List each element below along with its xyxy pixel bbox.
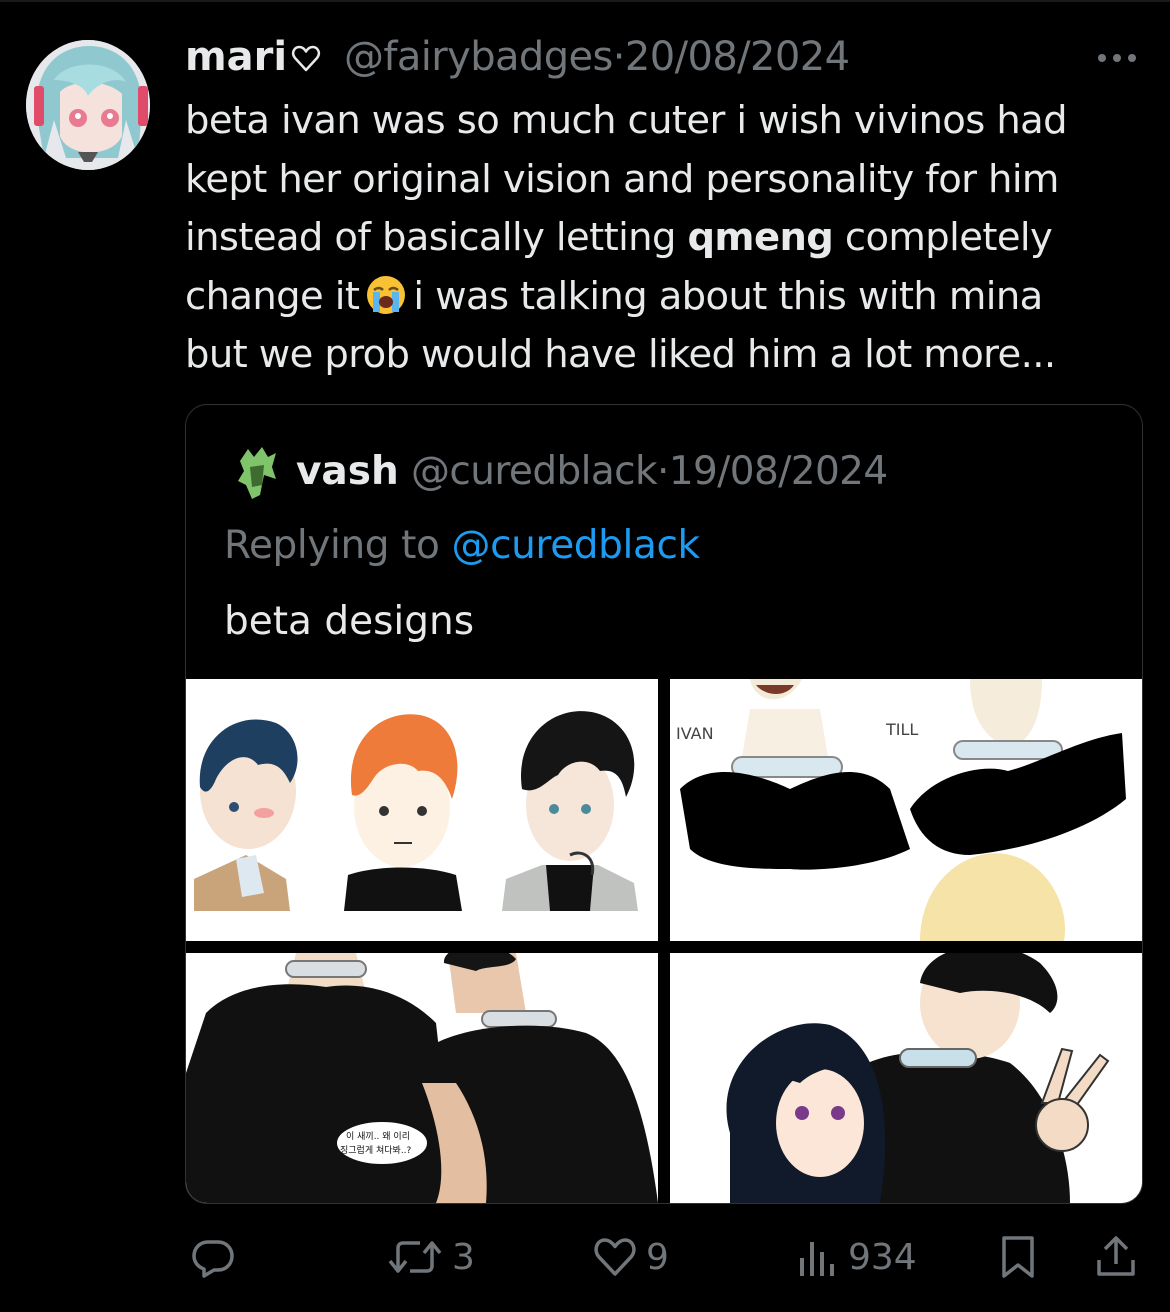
post-text-line: beta ivan was so much cuter i wish vivin…: [185, 98, 1068, 143]
media-image-two-characters[interactable]: 이 새끼.. 왜 이리 징그럽게 쳐다봐..?: [186, 953, 658, 1203]
post-date[interactable]: 20/08/2024: [625, 34, 850, 80]
more-options-icon[interactable]: [1094, 44, 1140, 72]
till-sketch-label: TILL: [885, 720, 918, 739]
heart-icon: [594, 1238, 636, 1276]
media-image-three-heads[interactable]: [186, 679, 658, 941]
post-text-line: kept her original vision and personality…: [185, 156, 1059, 202]
top-divider: [0, 0, 1170, 2]
replying-to: Replying to @curedblack: [224, 523, 700, 568]
quoted-handle-and-date[interactable]: @curedblack·19/08/2024: [411, 449, 888, 494]
bookmark-button[interactable]: [998, 1234, 1038, 1280]
media-image-ivan-till-collars[interactable]: IVAN TILL: [670, 679, 1142, 941]
like-button[interactable]: 9: [592, 1234, 669, 1280]
views-icon: [800, 1242, 834, 1276]
bold-mention: qmeng: [687, 215, 834, 260]
repost-icon: [388, 1241, 442, 1273]
like-count: 9: [646, 1236, 669, 1278]
author-name[interactable]: mari: [185, 34, 287, 80]
speech-bubble-line-1: 이 새끼.. 왜 이리: [346, 1131, 410, 1142]
quoted-author-avatar[interactable]: [234, 445, 278, 501]
post-text-line: instead of basically letting qmeng compl…: [185, 215, 1053, 260]
quoted-post-date[interactable]: 19/08/2024: [669, 449, 888, 494]
name-heart-icon: [291, 45, 321, 72]
media-image-couple-peace-sign[interactable]: [670, 953, 1142, 1203]
author-avatar[interactable]: [26, 40, 150, 170]
author-handle[interactable]: @fairybadges: [344, 34, 613, 80]
reply-mention-link[interactable]: @curedblack: [451, 523, 700, 568]
reply-button[interactable]: [190, 1234, 236, 1280]
views-button[interactable]: 934: [796, 1234, 917, 1280]
repost-count: 3: [452, 1236, 475, 1278]
post-text: beta ivan was so much cuter i wish vivin…: [185, 92, 1145, 385]
views-count: 934: [848, 1236, 917, 1278]
speech-bubble-line-2: 징그럽게 쳐다봐..?: [340, 1144, 412, 1156]
loudly-crying-face-icon: [367, 275, 406, 314]
separator-dot: ·: [612, 34, 626, 80]
reply-icon: [192, 1240, 234, 1278]
quoted-author-name[interactable]: vash: [296, 449, 399, 494]
author-handle-and-date[interactable]: @fairybadges·20/08/2024: [344, 34, 850, 80]
media-grid: IVAN TILL 이 새끼.. 왜 이리 징그럽게 쳐다봐..?: [186, 679, 1142, 1203]
post-text-line: change it i was talking about this with …: [185, 273, 1043, 319]
separator-dot: ·: [657, 449, 669, 494]
action-bar: 3 9 934: [0, 1222, 1170, 1292]
share-button[interactable]: [1094, 1234, 1138, 1280]
repost-button[interactable]: 3: [386, 1234, 475, 1280]
bookmark-icon: [1002, 1236, 1034, 1278]
ivan-sketch-label: IVAN: [676, 724, 714, 743]
post-text-line: but we prob would have liked him a lot m…: [185, 332, 1056, 377]
quoted-post-text: beta designs: [224, 599, 475, 644]
quoted-post[interactable]: vash @curedblack·19/08/2024 Replying to …: [185, 404, 1143, 1204]
quoted-author-handle[interactable]: @curedblack: [411, 449, 658, 494]
share-icon: [1097, 1236, 1135, 1276]
